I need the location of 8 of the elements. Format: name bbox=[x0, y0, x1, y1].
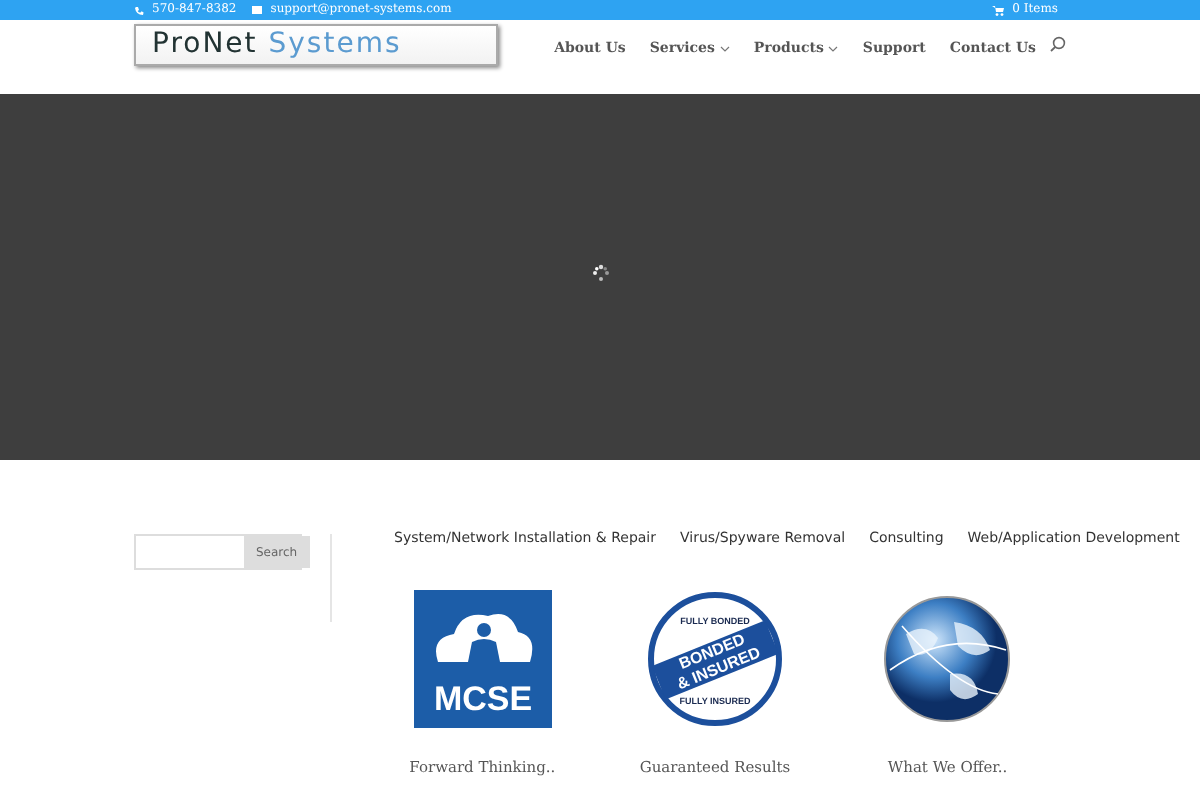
logo[interactable]: ProNet Systems bbox=[134, 24, 498, 66]
mcse-badge: MCSE bbox=[413, 589, 552, 727]
caret-icon bbox=[719, 45, 730, 52]
search-icon[interactable] bbox=[1050, 36, 1066, 52]
caret-icon bbox=[828, 45, 839, 52]
cart-icon bbox=[992, 5, 1005, 15]
phone-icon bbox=[134, 5, 144, 15]
email-icon bbox=[252, 6, 263, 14]
